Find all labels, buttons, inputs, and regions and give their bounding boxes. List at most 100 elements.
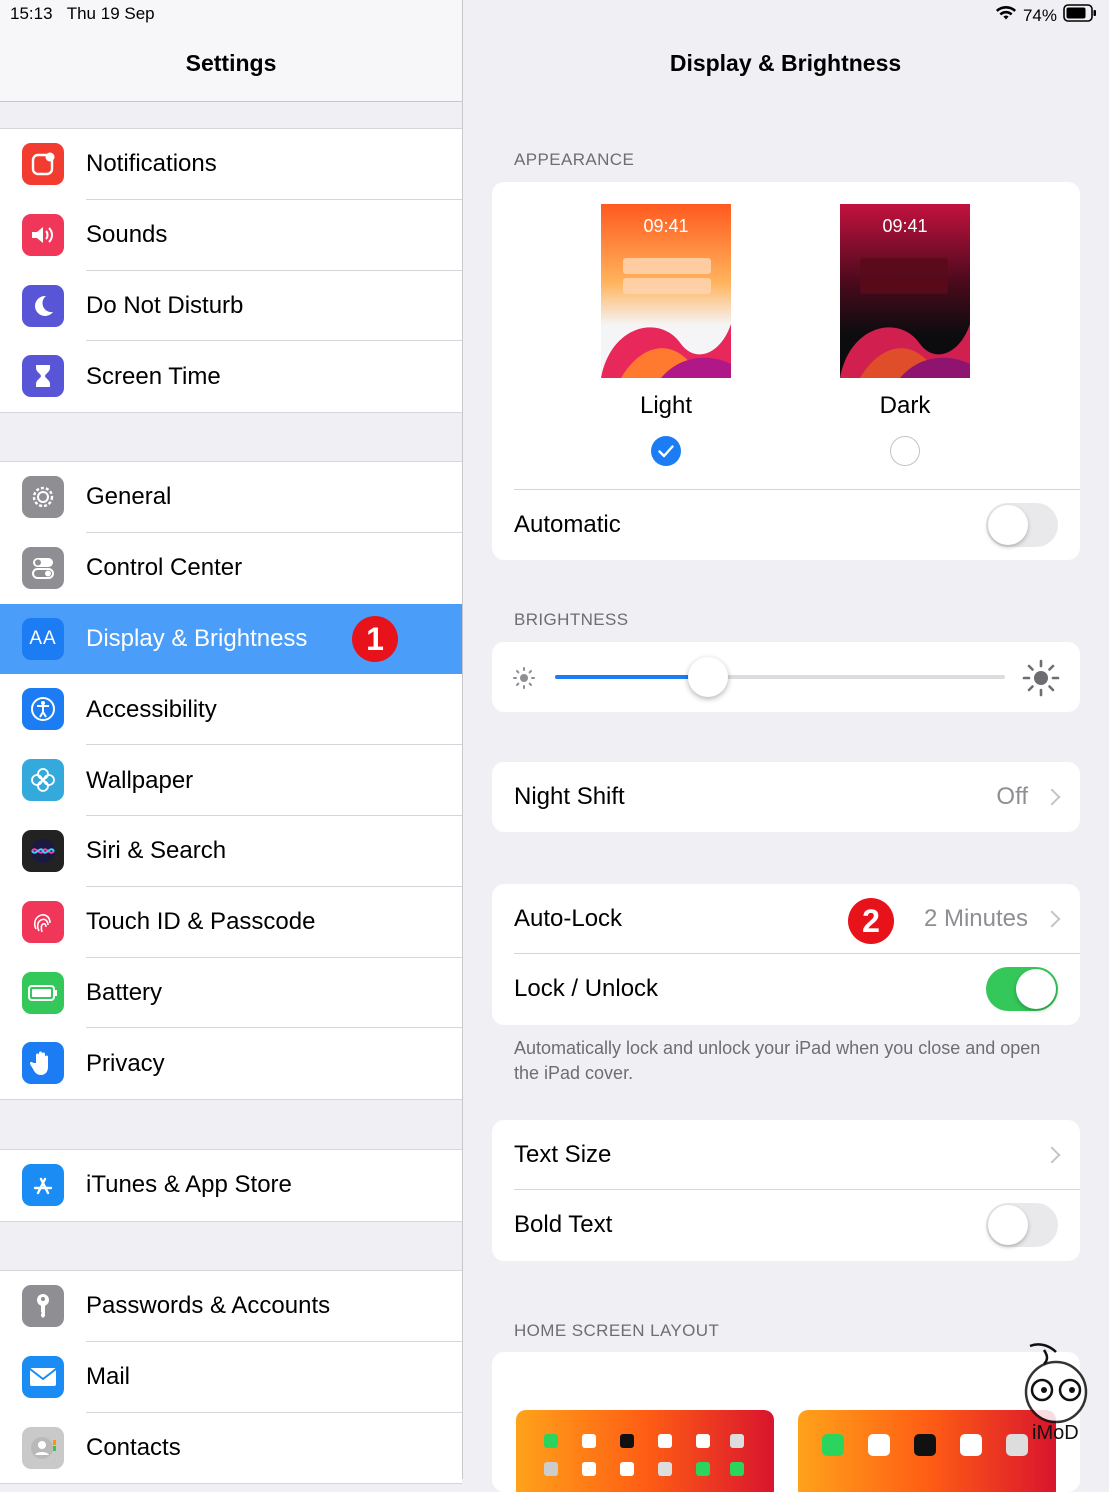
flower-icon [22, 759, 64, 802]
detail-title: Display & Brightness [669, 50, 902, 76]
sidebar-item-label: Contacts [86, 1433, 181, 1461]
sidebar-item-screen-time[interactable]: Screen Time [0, 341, 462, 412]
sidebar-item-label: Accessibility [86, 695, 217, 723]
sidebar-item-general[interactable]: General [0, 462, 462, 533]
step-2-badge: 2 [848, 898, 894, 944]
automatic-label: Automatic [514, 511, 621, 538]
status-time-date: 15:13 Thu 19 Sep [10, 4, 155, 24]
auto-lock-value: 2 Minutes [923, 905, 1028, 932]
sidebar-item-label: Siri & Search [86, 837, 227, 865]
sidebar-item-siri-and-search[interactable]: Siri & Search [0, 816, 462, 887]
sidebar-item-touch-id-and-passcode[interactable]: Touch ID & Passcode [0, 887, 462, 958]
sidebar-item-label: Notifications [86, 150, 217, 178]
dark-mode-preview[interactable]: 09:41 [840, 204, 970, 378]
key-icon [22, 1285, 64, 1327]
status-date: Thu 19 Sep [66, 4, 155, 23]
appearance-card: 09:41 Light 09:41 Dark Automatic [492, 182, 1080, 560]
mail-icon [22, 1355, 64, 1398]
status-right: 74% [995, 4, 1097, 27]
night-shift-card: Night Shift Off [492, 762, 1080, 832]
battery-percent: 74% [1022, 5, 1057, 25]
battery-icon [22, 971, 64, 1014]
sidebar-item-wallpaper[interactable]: Wallpaper [0, 745, 462, 816]
sidebar-item-label: Mail [86, 1363, 131, 1391]
sun-large-icon [1022, 659, 1060, 697]
lock-unlock-toggle[interactable] [986, 967, 1058, 1011]
status-time: 15:13 [10, 4, 53, 23]
siri-icon [22, 829, 64, 872]
text-size-label: Text Size [514, 1141, 612, 1168]
automatic-toggle[interactable] [986, 503, 1058, 547]
sidebar-item-label: Display & Brightness [86, 624, 308, 652]
auto-lock-row[interactable]: Auto-Lock 2 Minutes [492, 884, 1080, 954]
speaker-icon [22, 213, 64, 256]
text-size-row[interactable]: Text Size [492, 1120, 1080, 1190]
notifications-icon [22, 143, 64, 185]
sidebar-item-privacy[interactable]: Privacy [0, 1028, 462, 1099]
lock-unlock-row: Lock / Unlock [492, 954, 1080, 1024]
sun-small-icon [513, 667, 535, 689]
lock-unlock-label: Lock / Unlock [514, 975, 659, 1002]
bold-text-label: Bold Text [514, 1211, 613, 1238]
brightness-card [492, 642, 1080, 712]
bold-text-toggle[interactable] [986, 1203, 1058, 1247]
sidebar-group: Passwords & Accounts Mail Contacts [0, 1270, 462, 1485]
home-screen-section-header: HOME SCREEN LAYOUT [514, 1321, 720, 1340]
imod-watermark-logo: iMoD [1018, 1340, 1094, 1450]
brightness-slider-knob[interactable] [688, 657, 728, 697]
automatic-row: Automatic [492, 490, 1080, 560]
wifi-icon [995, 5, 1017, 26]
sidebar-item-contacts[interactable]: Contacts [0, 1413, 462, 1484]
sidebar-item-label: iTunes & App Store [86, 1171, 292, 1199]
light-radio[interactable] [651, 436, 681, 466]
toggle-knob [1016, 969, 1056, 1009]
fingerprint-icon [22, 900, 64, 943]
lock-unlock-footer: Automatically lock and unlock your iPad … [514, 1038, 1041, 1083]
brightness-slider-fill [555, 675, 708, 679]
hourglass-icon [22, 355, 64, 398]
text-card: Text Size Bold Text [492, 1120, 1080, 1261]
home-screen-card [492, 1352, 1080, 1492]
brightness-section-header: BRIGHTNESS [514, 610, 629, 629]
dark-label: Dark [879, 392, 931, 419]
night-shift-row[interactable]: Night Shift Off [492, 762, 1080, 832]
bold-text-row: Bold Text [492, 1190, 1080, 1260]
sidebar-group: iTunes & App Store [0, 1149, 462, 1222]
brightness-slider-track[interactable] [555, 675, 1005, 679]
sidebar-item-mail[interactable]: Mail [0, 1342, 462, 1413]
sidebar-item-battery[interactable]: Battery [0, 958, 462, 1029]
sidebar-item-itunes-and-app-store[interactable]: iTunes & App Store [0, 1150, 462, 1221]
appearance-section-header: APPEARANCE [514, 150, 635, 169]
sidebar-item-label: Passwords & Accounts [86, 1292, 331, 1320]
gear-icon [22, 476, 64, 518]
sidebar-item-do-not-disturb[interactable]: Do Not Disturb [0, 271, 462, 342]
sidebar-item-control-center[interactable]: Control Center [0, 533, 462, 604]
light-label: Light [639, 392, 693, 419]
sidebar-item-label: Control Center [86, 554, 243, 582]
toggle-knob [988, 1205, 1028, 1245]
sidebar-item-label: Battery [86, 978, 163, 1006]
switches-icon [22, 546, 64, 589]
lock-card: Auto-Lock 2 Minutes Lock / Unlock [492, 884, 1080, 1025]
sidebar-item-label: Do Not Disturb [86, 291, 244, 319]
chevron-right-icon [1043, 788, 1061, 806]
sidebar-group: Notifications Sounds Do Not Disturb Screen … [0, 128, 462, 414]
light-mode-preview[interactable]: 09:41 [601, 204, 731, 378]
sidebar-item-sounds[interactable]: Sounds [0, 200, 462, 271]
contacts-icon [22, 1426, 64, 1469]
sidebar-item-label: Wallpaper [86, 766, 194, 794]
chevron-right-icon [1043, 910, 1061, 928]
sidebar-item-accessibility[interactable]: Accessibility [0, 674, 462, 746]
toggle-knob [988, 505, 1028, 545]
dark-radio[interactable] [890, 436, 920, 466]
sidebar-title: Settings [185, 50, 277, 76]
home-layout-option-more[interactable] [516, 1410, 774, 1492]
sidebar-group: General Control Center AA Display & Brightn… [0, 461, 462, 1101]
chevron-right-icon [1043, 1146, 1061, 1164]
checkmark-icon [658, 445, 674, 458]
light-preview-time: 09:41 [643, 216, 689, 236]
sidebar-item-label: Screen Time [86, 362, 221, 390]
sidebar-item-notifications[interactable]: Notifications [0, 129, 462, 200]
sidebar-item-passwords-and-accounts[interactable]: Passwords & Accounts [0, 1271, 462, 1342]
sidebar-item-label: Sounds [86, 221, 168, 249]
